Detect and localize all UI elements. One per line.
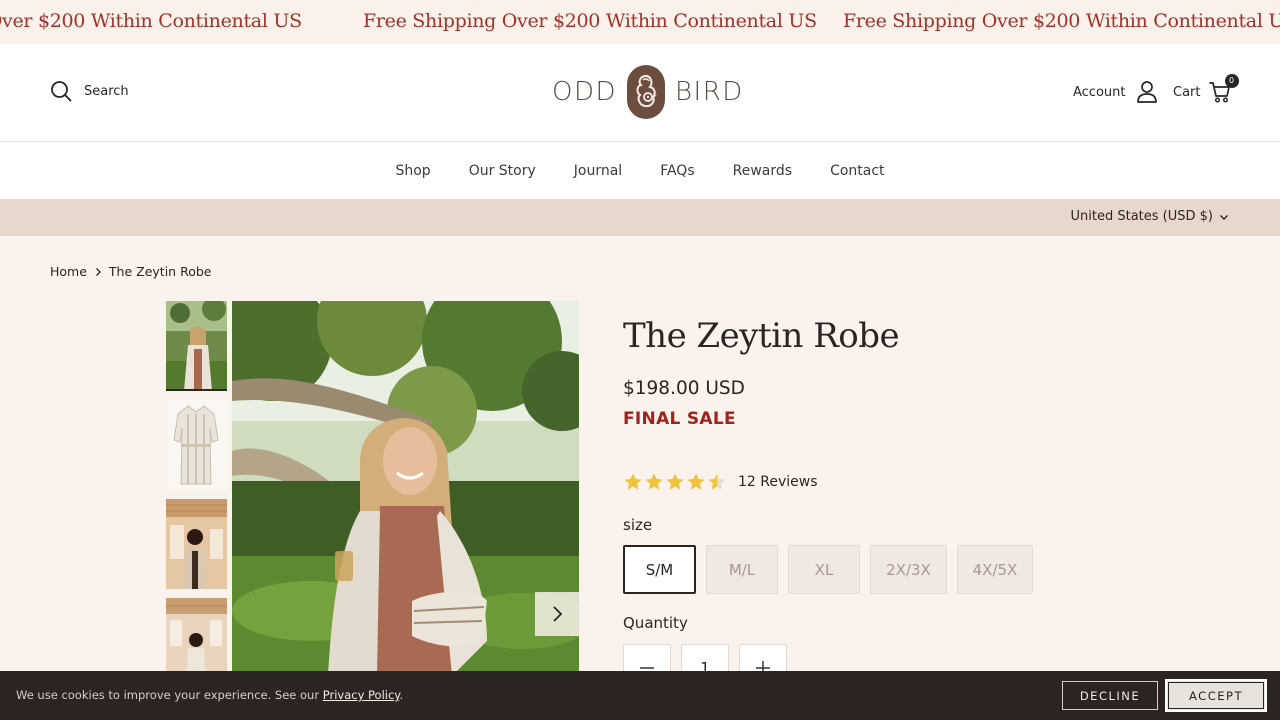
breadcrumb-current: The Zeytin Robe	[108, 264, 212, 279]
product-title: The Zeytin Robe	[623, 316, 900, 356]
review-count-link[interactable]: 12 Reviews	[738, 474, 818, 490]
announcement-bar: Free Shipping Over $200 Within Continent…	[0, 0, 1280, 44]
size-option-m-l[interactable]: M/L	[706, 545, 778, 594]
size-option-4x-5x[interactable]: 4X/5X	[957, 545, 1033, 594]
user-icon	[1136, 81, 1157, 103]
main-nav: Shop Our Story Journal FAQs Rewards Cont…	[0, 142, 1280, 199]
star-rating[interactable]: 12 Reviews	[623, 472, 818, 492]
announcement-text: Free Shipping Over $200 Within Continent…	[363, 10, 817, 32]
logo-word-left: ODD	[552, 77, 618, 107]
breadcrumb: Home The Zeytin Robe	[50, 264, 211, 279]
cookie-suffix: .	[399, 688, 404, 702]
size-option-2x-3x[interactable]: 2X/3X	[870, 545, 947, 594]
search-icon	[51, 81, 72, 102]
chevron-down-icon	[1220, 214, 1228, 220]
star-icon	[645, 473, 663, 490]
bird-logo-icon	[627, 65, 666, 119]
size-options: S/M M/L XL 2X/3X 4X/5X	[623, 545, 1033, 594]
star-icon	[687, 473, 705, 490]
account-label: Account	[1073, 84, 1126, 100]
locale-bar: United States (USD $)	[0, 199, 1280, 236]
site-header: Search ODD BIRD Account Cart 0	[0, 44, 1280, 142]
logo-word-right: BIRD	[675, 77, 744, 107]
thumbnail-strip	[166, 301, 227, 697]
next-image-button[interactable]	[535, 592, 579, 636]
star-icon	[666, 473, 684, 490]
nav-item-journal[interactable]: Journal	[555, 163, 641, 179]
nav-item-contact[interactable]: Contact	[811, 163, 903, 179]
star-half-icon	[708, 473, 726, 490]
quantity-label: Quantity	[623, 614, 688, 632]
announcement-text: Free Shipping Over $200 Within Continent…	[0, 10, 302, 32]
cookie-banner: We use cookies to improve your experienc…	[0, 671, 1280, 720]
currency-label: United States (USD $)	[1070, 209, 1214, 224]
decline-button[interactable]: DECLINE	[1062, 681, 1158, 710]
product-main-image[interactable]	[232, 301, 579, 676]
accept-button[interactable]: ACCEPT	[1165, 679, 1267, 712]
cart-label: Cart	[1173, 84, 1201, 100]
product-thumbnail[interactable]	[166, 400, 227, 490]
announcement-text: Free Shipping Over $200 Within Continent…	[843, 10, 1280, 32]
nav-item-shop[interactable]: Shop	[376, 163, 449, 179]
search-label: Search	[84, 83, 129, 99]
product-price: $198.00 USD	[623, 378, 745, 399]
nav-item-our-story[interactable]: Our Story	[450, 163, 555, 179]
size-option-s-m[interactable]: S/M	[623, 545, 696, 594]
chevron-right-icon	[95, 267, 101, 276]
cart-icon: 0	[1208, 74, 1239, 104]
cookie-message: We use cookies to improve your experienc…	[16, 688, 403, 702]
product-thumbnail[interactable]	[166, 499, 227, 589]
chevron-right-icon	[553, 606, 563, 622]
privacy-policy-link[interactable]: Privacy Policy	[323, 688, 400, 702]
search-button[interactable]: Search	[50, 80, 129, 102]
star-icon	[624, 473, 642, 490]
final-sale-badge: FINAL SALE	[623, 409, 736, 429]
cart-button[interactable]: Cart 0	[1173, 74, 1239, 104]
cookie-text: We use cookies to improve your experienc…	[16, 688, 323, 702]
size-label: size	[623, 516, 653, 534]
cart-count-badge: 0	[1224, 74, 1239, 88]
logo[interactable]: ODD BIRD	[552, 65, 744, 119]
product-thumbnail[interactable]	[166, 301, 227, 391]
nav-item-faqs[interactable]: FAQs	[641, 163, 713, 179]
breadcrumb-home[interactable]: Home	[50, 264, 87, 279]
size-option-xl[interactable]: XL	[788, 545, 860, 594]
nav-item-rewards[interactable]: Rewards	[714, 163, 811, 179]
currency-selector[interactable]: United States (USD $)	[1071, 209, 1230, 224]
account-button[interactable]: Account	[1073, 80, 1158, 104]
